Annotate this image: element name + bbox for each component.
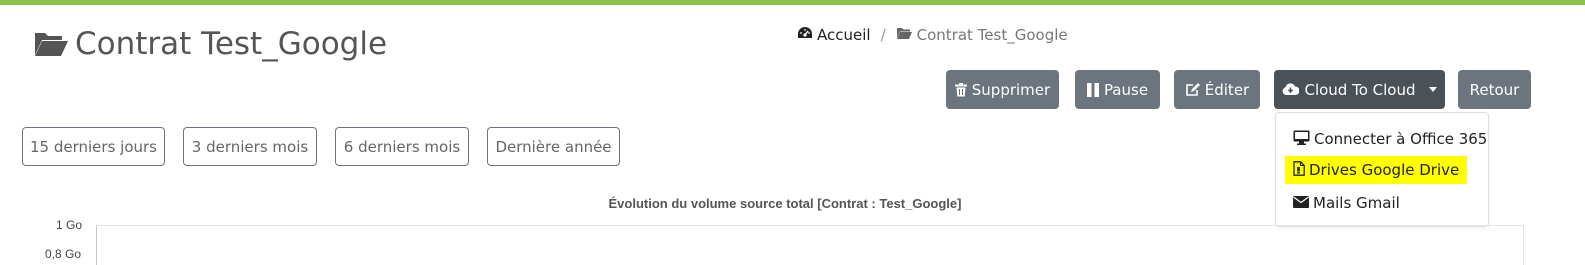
range-last-year-button[interactable]: Dernière année xyxy=(487,127,620,166)
breadcrumb-current-label: Contrat Test_Google xyxy=(916,26,1068,44)
edit-button-label: Éditer xyxy=(1204,80,1250,99)
trash-icon xyxy=(954,82,967,97)
range-6-months-label: 6 derniers mois xyxy=(343,137,461,156)
caret-down-icon xyxy=(1428,87,1437,92)
menu-item-office365[interactable]: Connecter à Office 365 xyxy=(1285,125,1495,153)
dashboard-icon xyxy=(797,26,813,44)
pause-button[interactable]: Pause xyxy=(1075,70,1160,109)
y-axis-tick-label: 1 Go xyxy=(56,218,83,232)
page-title-text: Contrat Test_Google xyxy=(75,26,388,62)
delete-button-label: Supprimer xyxy=(971,80,1051,99)
folder-open-icon xyxy=(896,26,913,44)
file-icon xyxy=(1293,160,1305,180)
edit-button[interactable]: Éditer xyxy=(1174,70,1260,109)
desktop-icon xyxy=(1293,130,1310,149)
pause-icon xyxy=(1086,82,1099,97)
range-15-days-button[interactable]: 15 derniers jours xyxy=(22,127,165,166)
menu-item-google-drive-label: Drives Google Drive xyxy=(1309,161,1460,179)
edit-icon xyxy=(1185,82,1200,97)
page-title: Contrat Test_Google xyxy=(33,22,387,66)
chart-title: Évolution du volume source total [Contra… xyxy=(608,196,962,211)
top-accent-bar xyxy=(0,0,1585,5)
menu-item-office365-label: Connecter à Office 365 xyxy=(1314,130,1488,148)
breadcrumb: Accueil / Contrat Test_Google xyxy=(797,26,1068,44)
cloud-to-cloud-dropdown-button[interactable]: Cloud To Cloud xyxy=(1274,70,1445,109)
chart-plot-area xyxy=(96,225,1524,265)
cloud-to-cloud-label: Cloud To Cloud xyxy=(1304,80,1416,99)
folder-open-icon xyxy=(33,29,69,59)
back-button-label: Retour xyxy=(1469,80,1520,99)
range-6-months-button[interactable]: 6 derniers mois xyxy=(335,127,469,166)
range-last-year-label: Dernière année xyxy=(495,137,612,156)
pause-button-label: Pause xyxy=(1103,80,1149,99)
breadcrumb-separator: / xyxy=(880,26,886,44)
breadcrumb-current: Contrat Test_Google xyxy=(896,26,1068,44)
menu-item-google-drive[interactable]: Drives Google Drive xyxy=(1285,156,1468,184)
breadcrumb-home[interactable]: Accueil xyxy=(797,26,871,44)
range-3-months-label: 3 derniers mois xyxy=(191,137,309,156)
range-15-days-label: 15 derniers jours xyxy=(30,137,157,156)
breadcrumb-home-label: Accueil xyxy=(817,26,871,44)
range-3-months-button[interactable]: 3 derniers mois xyxy=(183,127,317,166)
delete-button[interactable]: Supprimer xyxy=(946,70,1059,109)
cloud-download-icon xyxy=(1282,83,1300,96)
back-button[interactable]: Retour xyxy=(1458,70,1531,109)
y-axis-tick-label: 0,8 Go xyxy=(45,247,82,261)
